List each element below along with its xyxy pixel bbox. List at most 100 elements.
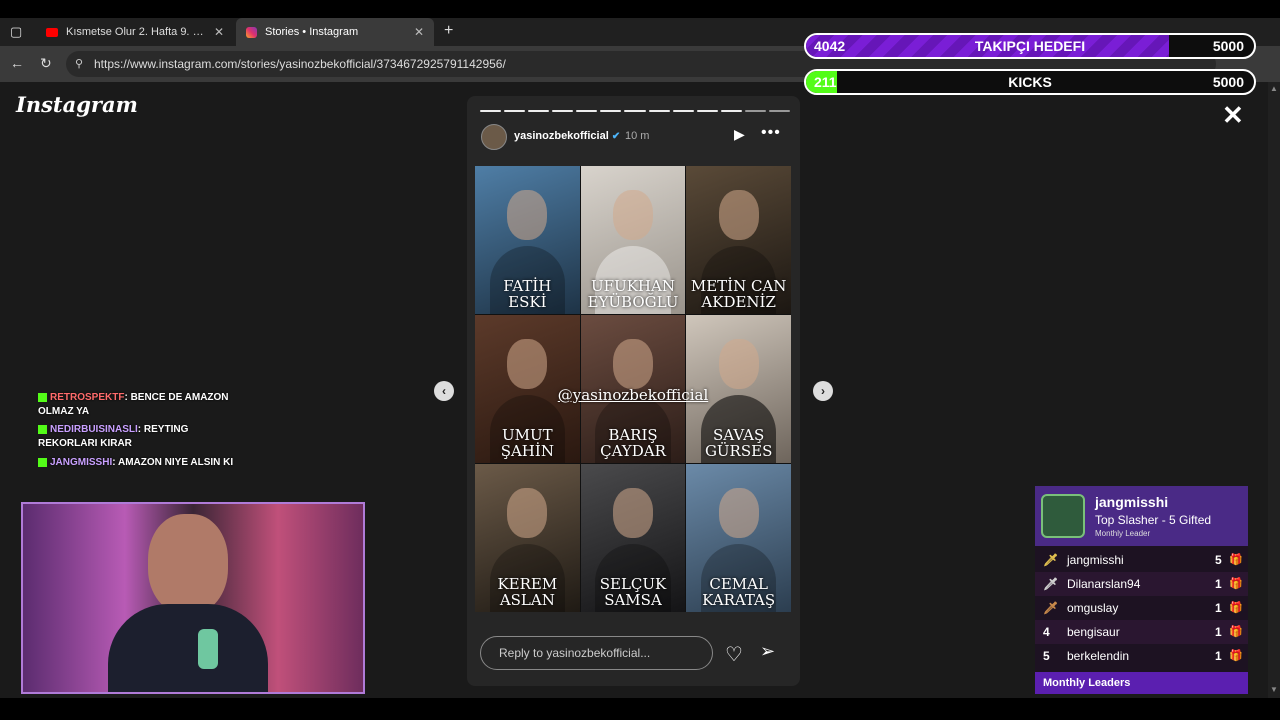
close-tab-icon[interactable]: ✕ — [414, 25, 424, 39]
face — [612, 338, 653, 389]
leaderboard-row: 🗡 omguslay 1 🎁 — [1035, 596, 1248, 620]
grid-cell: METİN CAN AKDENİZ — [686, 166, 791, 314]
leader-name: jangmisshi — [1067, 553, 1124, 567]
tab-title: Stories • Instagram — [265, 26, 359, 38]
progress-segment — [744, 110, 766, 112]
grid-cell: KEREM ASLAN — [475, 464, 580, 612]
chat-message: NEDIRBUISINASLI: REYTING REKORLARI KIRAR — [38, 424, 189, 449]
leaderboard-row: 🗡 Dilanarslan94 1 🎁 — [1035, 572, 1248, 596]
leader-count: 1 — [1215, 577, 1222, 591]
leaderboard-footer: Monthly Leaders — [1035, 672, 1248, 694]
person-name: SELÇUK SAMSA — [599, 575, 667, 609]
leader-rank: 4 — [1043, 625, 1050, 639]
streamer-head — [148, 514, 228, 614]
more-options-icon[interactable]: ••• — [761, 124, 781, 142]
person-name: CEMAL KARATAŞ — [702, 575, 776, 609]
leaderboard-header: jangmisshi Top Slasher - 5 Gifted Monthl… — [1035, 486, 1248, 546]
reload-icon[interactable]: ↻ — [40, 55, 52, 72]
leader-count: 1 — [1215, 649, 1222, 663]
verified-icon: ✔ — [611, 131, 621, 142]
prev-story-button[interactable]: ‹ — [434, 381, 454, 401]
chat-text: AMAZON NIYE ALSIN KI — [117, 457, 234, 468]
progress-segment — [528, 110, 550, 112]
leader-name: bengisaur — [1067, 625, 1120, 639]
leader-count: 1 — [1215, 625, 1222, 639]
next-story-button[interactable]: › — [813, 381, 833, 401]
face — [612, 189, 653, 240]
scroll-up-icon[interactable]: ▲ — [1270, 84, 1278, 93]
webcam-feed — [21, 502, 365, 694]
face — [612, 487, 653, 538]
reply-placeholder: Reply to yasinozbekofficial... — [499, 646, 651, 660]
person-name: SAVAŞ GÜRSES — [704, 426, 773, 460]
story-viewer: yasinozbekofficial ✔ 10 m ▶ ••• FATİH ESK… — [467, 96, 800, 686]
kick-badge-icon — [38, 424, 47, 434]
send-icon[interactable]: ➢ — [760, 641, 775, 662]
face — [507, 487, 548, 538]
grid-cell: UFUKHAN EYÜBOĞLU — [580, 166, 686, 314]
url-text: https://www.instagram.com/stories/yasino… — [94, 57, 506, 71]
person-name: UMUT ŞAHİN — [500, 426, 554, 460]
progress-segment — [480, 110, 502, 112]
reply-input[interactable]: Reply to yasinozbekofficial... — [480, 636, 713, 670]
tab-title: Kısmetse Olur 2. Hafta 9. Bölüm - — [66, 26, 206, 38]
leader-count: 1 — [1215, 601, 1222, 615]
progress-segment — [720, 110, 742, 112]
gift-icon: 🎁 — [1229, 578, 1243, 590]
gift-icon: 🎁 — [1229, 554, 1243, 566]
scrollbar[interactable]: ▲ ▼ — [1268, 82, 1280, 698]
kicks-target: 5000 — [1212, 74, 1244, 90]
person-name: UFUKHAN EYÜBOĞLU — [587, 277, 679, 311]
progress-segment — [504, 110, 526, 112]
leaderboard-widget: jangmisshi Top Slasher - 5 Gifted Monthl… — [1035, 486, 1248, 694]
kick-badge-icon — [38, 392, 47, 402]
progress-segment — [552, 110, 574, 112]
story-username[interactable]: yasinozbekofficial ✔ — [514, 130, 620, 142]
streamer-body — [108, 604, 268, 692]
chat-username: NEDIRBUISINASLI — [50, 424, 138, 435]
story-progress — [480, 110, 791, 112]
play-icon[interactable]: ▶ — [734, 126, 745, 143]
top-user-sub: Monthly Leader — [1095, 529, 1151, 538]
tab-kismetse[interactable]: Kısmetse Olur 2. Hafta 9. Bölüm - ✕ — [36, 18, 234, 46]
person-name: FATİH ESKİ — [503, 277, 552, 311]
scroll-down-icon[interactable]: ▼ — [1270, 685, 1278, 694]
progress-segment — [672, 110, 694, 112]
story-avatar[interactable] — [481, 124, 507, 150]
microphone — [198, 629, 218, 669]
progress-segment — [768, 110, 791, 112]
face — [718, 189, 759, 240]
youtube-icon — [46, 27, 58, 37]
follower-goal-label: TAKIPÇI HEDEFI — [974, 38, 1086, 54]
leader-count: 5 — [1215, 553, 1222, 567]
knife-bronze-icon: 🗡 — [1043, 601, 1059, 615]
tab-instagram[interactable]: Stories • Instagram ✕ — [236, 18, 434, 46]
back-icon[interactable]: ← — [10, 55, 24, 71]
chat-message: JANGMISSHI: AMAZON NIYE ALSIN KI — [38, 456, 248, 470]
kick-badge-icon — [38, 457, 47, 467]
chat-username: RETROSPEKTF — [50, 392, 125, 403]
kicks-goal-label: KICKS — [1008, 74, 1052, 90]
knife-silver-icon: 🗡 — [1043, 577, 1059, 591]
progress-segment — [624, 110, 646, 112]
story-time: 10 m — [625, 130, 650, 142]
face — [718, 487, 759, 538]
instagram-logo[interactable]: Instagram — [16, 92, 138, 117]
close-tab-icon[interactable]: ✕ — [214, 25, 224, 39]
instagram-icon — [246, 26, 257, 38]
story-mention-link[interactable]: @yasinozbekofficial — [475, 386, 791, 404]
progress-segment — [648, 110, 670, 112]
close-story-icon[interactable]: ✕ — [1222, 100, 1244, 131]
kicks-goal-bar: 211 KICKS 5000 — [804, 69, 1256, 95]
site-info-icon[interactable]: ⚲ — [75, 57, 83, 70]
face — [507, 338, 548, 389]
like-heart-icon[interactable]: ♡ — [725, 642, 743, 667]
new-tab-icon[interactable]: + — [444, 22, 453, 40]
progress-segment — [576, 110, 598, 112]
person-name: BARIŞ ÇAYDAR — [600, 426, 666, 460]
top-user-name: jangmisshi — [1095, 494, 1169, 510]
knife-gold-icon: 🗡 — [1043, 553, 1059, 567]
leader-name: Dilanarslan94 — [1067, 577, 1141, 591]
tab-actions-icon[interactable]: ▢ — [10, 24, 22, 40]
leaderboard-row: 5 berkelendin 1 🎁 — [1035, 644, 1248, 668]
